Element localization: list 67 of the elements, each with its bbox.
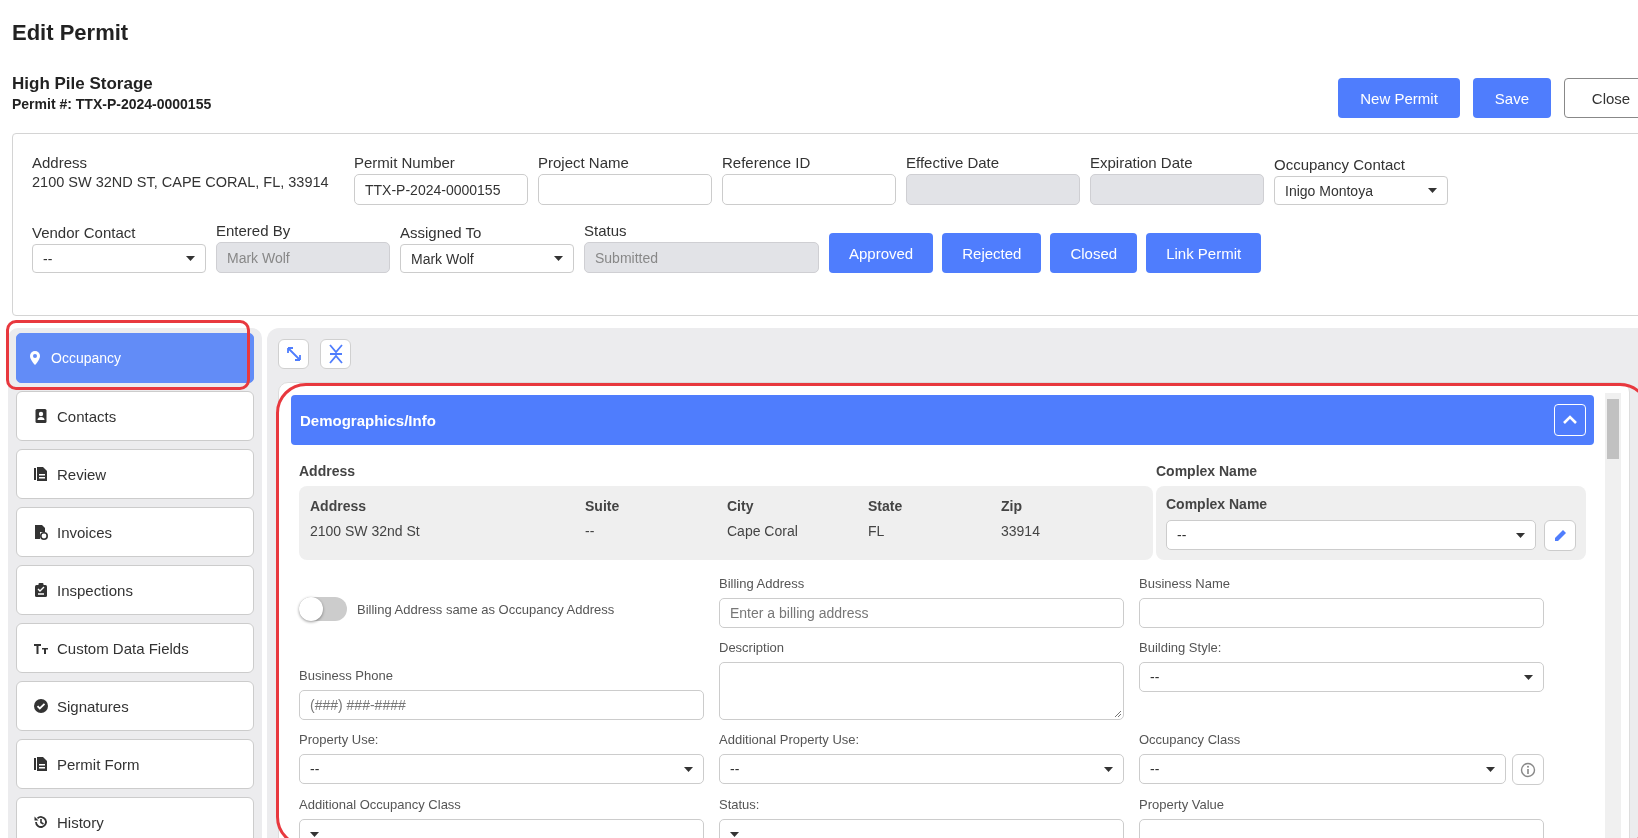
dropdown[interactable]: Inigo Montoya: [1274, 176, 1448, 205]
status-button[interactable]: Link Permit: [1146, 233, 1262, 273]
dropdown[interactable]: --: [719, 754, 1124, 784]
dropdown[interactable]: Mark Wolf: [400, 244, 574, 273]
sidebar-item[interactable]: Invoices: [16, 507, 254, 557]
column-header: State: [868, 498, 904, 514]
field-label: Billing Address: [719, 576, 806, 591]
sidebar-item[interactable]: Permit Form: [16, 739, 254, 789]
field-label: Permit Number: [354, 154, 456, 171]
field-label: Property Use:: [299, 732, 380, 747]
field-label: Assigned To: [400, 224, 483, 241]
action-button[interactable]: Save: [1472, 78, 1551, 118]
address-cell-text: Cape Coral: [727, 523, 799, 539]
permit-number: Permit #: TTX-P-2024-0000155: [12, 96, 212, 112]
address-cell-text: 2100 SW 32nd St: [310, 523, 421, 539]
field-label: Effective Date: [906, 154, 1001, 171]
section-label: Address: [299, 463, 357, 479]
status-button[interactable]: Closed: [1050, 233, 1138, 273]
action-button[interactable]: New Permit: [1338, 78, 1460, 118]
close-button[interactable]: Close: [1564, 78, 1638, 118]
address-cell-text: FL: [868, 523, 886, 539]
sidebar-item[interactable]: Custom Data Fields: [16, 623, 254, 673]
dropdown[interactable]: --: [299, 754, 704, 784]
input-field[interactable]: TTX-P-2024-0000155: [354, 174, 528, 205]
status-button[interactable]: Rejected: [942, 233, 1042, 273]
address-value: 2100 SW 32ND ST, CAPE CORAL, FL, 33914: [32, 174, 330, 192]
field-label: Business Name: [1139, 576, 1232, 591]
address-cell-text: --: [585, 523, 596, 539]
field-label: Business Phone: [299, 668, 394, 683]
field-label: Status:: [719, 797, 761, 812]
page-title: Edit Permit: [11, 19, 130, 47]
sidebar-item[interactable]: Signatures: [16, 681, 254, 731]
toggle-label: Billing Address same as Occupancy Address: [357, 601, 615, 617]
field-label: Vendor Contact: [32, 224, 137, 241]
field-label: Occupancy Contact: [1274, 156, 1406, 173]
address-cell: 33914: [1001, 523, 1040, 539]
field-label: Project Name: [538, 154, 630, 171]
field-label: Entered By: [216, 222, 292, 239]
sidebar-item[interactable]: History: [16, 797, 254, 838]
field-label: Complex Name: [1166, 496, 1269, 512]
sidebar-item[interactable]: Contacts: [16, 391, 254, 441]
field-label: Property Value: [1139, 797, 1226, 812]
field-label: Additional Property Use:: [719, 732, 861, 747]
section-title: Demographics/Info: [300, 411, 436, 429]
field-label: Building Style:: [1139, 640, 1223, 655]
input-field[interactable]: (###) ###-####: [299, 690, 704, 720]
column-header: Address: [310, 498, 368, 514]
field-label: Status: [584, 222, 628, 239]
dropdown[interactable]: --: [32, 244, 206, 273]
dropdown[interactable]: --: [1166, 520, 1536, 550]
column-header: Zip: [1001, 498, 1023, 514]
dropdown[interactable]: --: [1139, 754, 1506, 784]
dropdown[interactable]: --: [1139, 662, 1544, 692]
field-label: Reference ID: [722, 154, 812, 171]
column-header: City: [727, 498, 755, 514]
field-label: Additional Occupancy Class: [299, 797, 462, 812]
field-label: Description: [719, 640, 786, 655]
field-label: Expiration Date: [1090, 154, 1194, 171]
sidebar-item[interactable]: Inspections: [16, 565, 254, 615]
status-button[interactable]: Approved: [829, 233, 934, 273]
section-label: Complex Name: [1156, 463, 1259, 479]
column-header: Suite: [585, 498, 621, 514]
field-label: Address: [32, 154, 89, 171]
permit-type: High Pile Storage: [12, 74, 154, 94]
sidebar-item[interactable]: Review: [16, 449, 254, 499]
field-label: Occupancy Class: [1139, 732, 1242, 747]
input-field[interactable]: Enter a billing address: [719, 598, 1124, 628]
